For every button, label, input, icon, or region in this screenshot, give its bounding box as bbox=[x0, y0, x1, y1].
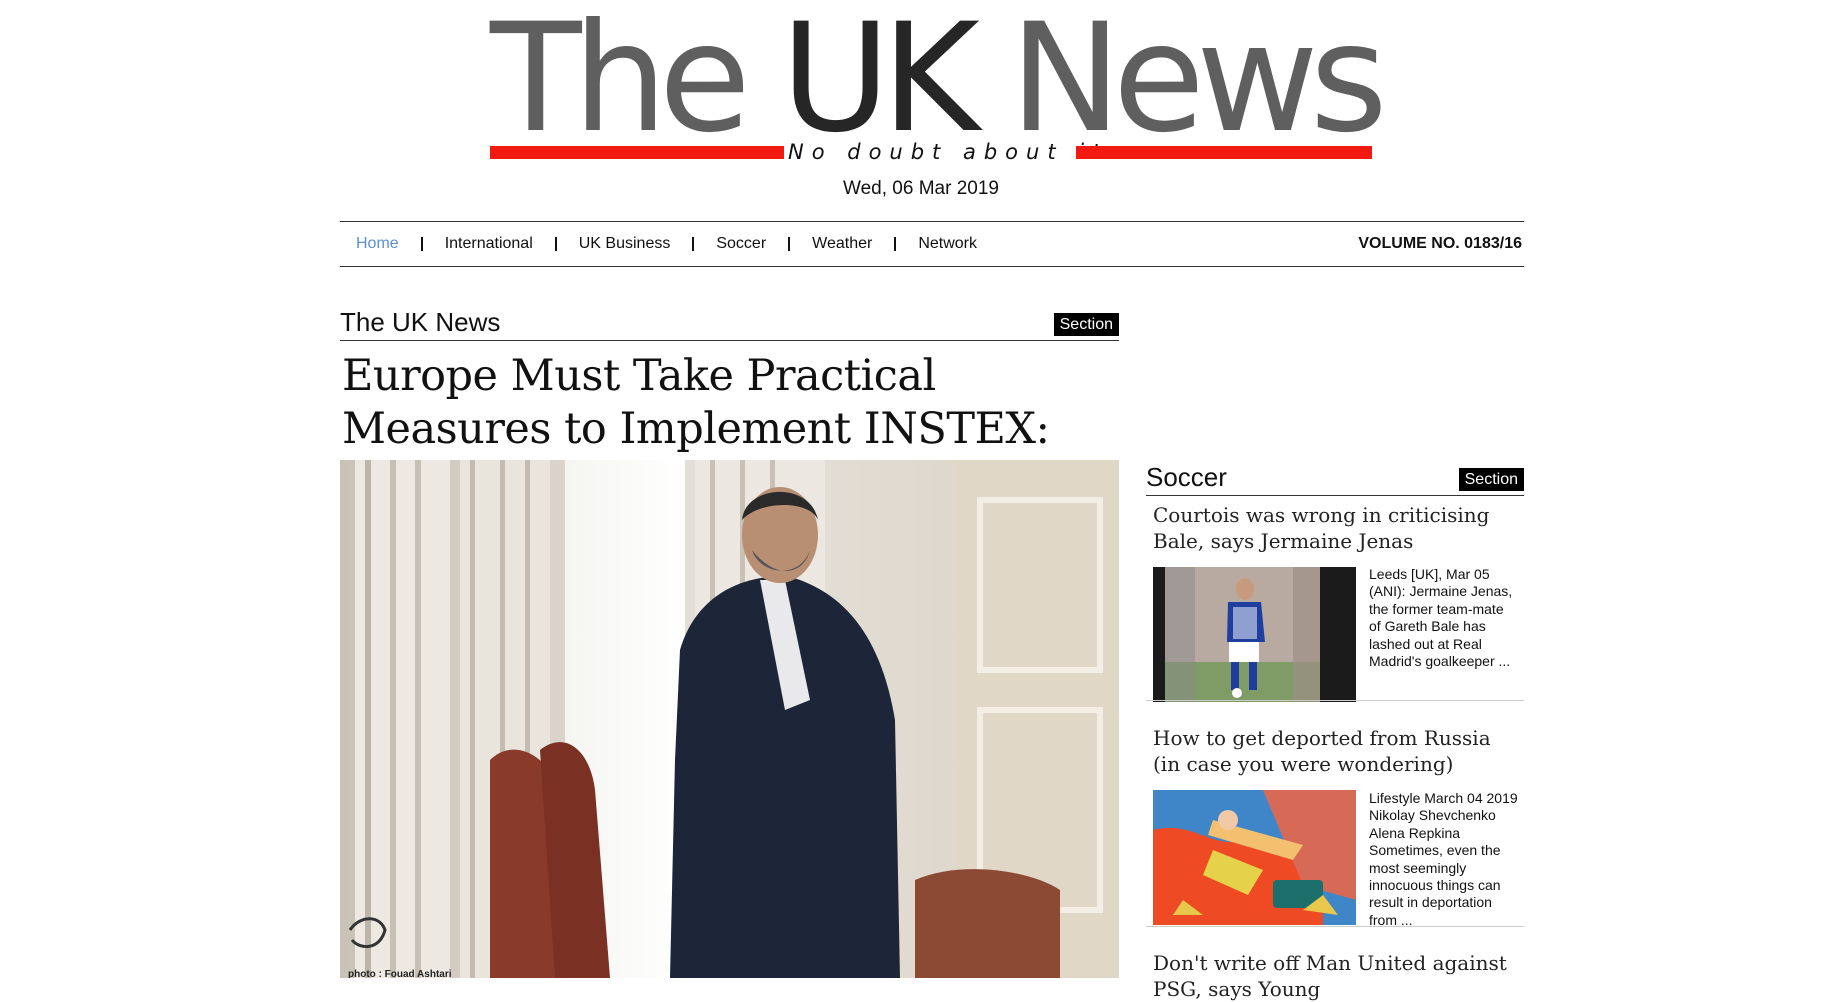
story-divider bbox=[1146, 926, 1524, 927]
nav-divider bbox=[894, 237, 897, 251]
tagline: No doubt about it bbox=[788, 140, 1109, 164]
story-title[interactable]: Courtois was wrong in criticising Bale, … bbox=[1153, 502, 1518, 554]
nav-item-weather[interactable]: Weather bbox=[812, 235, 872, 253]
tagline-bar-right bbox=[1076, 146, 1372, 159]
story-photo bbox=[1153, 567, 1356, 702]
story-thumbnail[interactable] bbox=[1153, 567, 1356, 702]
section-badge[interactable]: Section bbox=[1053, 313, 1119, 336]
page: The UK News No doubt about it Wed, 06 Ma… bbox=[0, 0, 1842, 1001]
section-title: Soccer bbox=[1146, 462, 1227, 492]
section-title: The UK News bbox=[340, 307, 501, 337]
image-credit: photo : Fouad Ashtari bbox=[348, 969, 452, 978]
nav-divider bbox=[420, 237, 423, 251]
nav-item-uk-business[interactable]: UK Business bbox=[579, 235, 671, 253]
story-excerpt: Leeds [UK], Mar 05 (ANI): Jermaine Jenas… bbox=[1369, 566, 1513, 670]
nav-item-network[interactable]: Network bbox=[918, 235, 977, 253]
story-title[interactable]: Don't write off Man United against PSG, … bbox=[1153, 950, 1518, 1002]
current-date: Wed, 06 Mar 2019 bbox=[843, 178, 999, 199]
tagline-row: No doubt about it bbox=[490, 140, 1372, 167]
story-thumbnail[interactable] bbox=[1153, 790, 1356, 925]
story-title[interactable]: How to get deported from Russia (in case… bbox=[1153, 725, 1518, 777]
main-section-header: The UK News Section bbox=[340, 307, 1119, 341]
nav-item-home[interactable]: Home bbox=[356, 235, 399, 253]
tagline-bar-left bbox=[490, 146, 784, 159]
nav-item-international[interactable]: International bbox=[445, 235, 533, 253]
story-excerpt: Lifestyle March 04 2019 Nikolay Shevchen… bbox=[1369, 790, 1518, 928]
nav-item-soccer[interactable]: Soccer bbox=[716, 235, 766, 253]
article-hero-image[interactable]: photo : Fouad Ashtari bbox=[340, 460, 1119, 978]
soccer-section-header: Soccer Section bbox=[1146, 462, 1524, 496]
volume-number: VOLUME NO. 0183/16 bbox=[1358, 235, 1522, 252]
section-badge[interactable]: Section bbox=[1458, 468, 1524, 491]
nav-divider bbox=[692, 237, 695, 251]
nav-divider bbox=[788, 237, 791, 251]
story-divider bbox=[1146, 700, 1524, 701]
main-nav: Home International UK Business Soccer We… bbox=[340, 221, 1524, 267]
nav-items: Home International UK Business Soccer We… bbox=[356, 222, 977, 266]
story-illustration bbox=[1153, 790, 1356, 925]
nav-divider bbox=[554, 237, 557, 251]
masthead: The UK News No doubt about it Wed, 06 Ma… bbox=[0, 0, 1842, 210]
hero-photo bbox=[340, 460, 1119, 978]
